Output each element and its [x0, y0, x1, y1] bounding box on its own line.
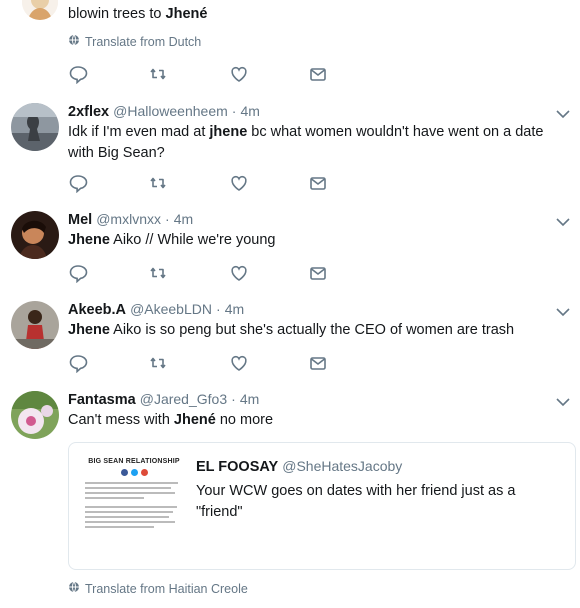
tweet-header: Akeeb.A @AkeebLDN · 4m	[68, 299, 568, 320]
reply-icon[interactable]	[68, 64, 88, 84]
text-segment: Idk if I'm even mad at	[68, 124, 210, 140]
quoted-tweet-text: Your WCW goes on dates with her friend j…	[196, 483, 516, 520]
reply-icon[interactable]	[68, 263, 88, 283]
separator: ·	[231, 391, 236, 407]
user-handle[interactable]: @Jared_Gfo3	[140, 391, 227, 407]
heart-icon[interactable]	[229, 353, 249, 373]
timestamp[interactable]: 4m	[241, 103, 260, 119]
tweet-text: Jhene Aiko is so peng but she's actually…	[68, 320, 568, 341]
tweet[interactable]: Fantasma @Jared_Gfo3 · 4m Can't mess wit…	[0, 381, 580, 608]
text-segment: Aiko // While we're young	[109, 232, 276, 248]
quoted-user-handle[interactable]: @SheHatesJacoby	[282, 458, 402, 474]
highlighted-keyword: jhene	[209, 124, 248, 140]
tweet[interactable]: Akeeb.A @AkeebLDN · 4m Jhene Aiko is so …	[0, 291, 580, 382]
globe-icon	[68, 581, 80, 596]
image-body-lines	[85, 482, 183, 528]
tweet-text: blowin trees to Jhené	[68, 4, 568, 25]
avatar[interactable]	[11, 103, 59, 151]
chevron-down-icon[interactable]	[556, 106, 570, 119]
highlighted-keyword: Jhené	[173, 412, 216, 428]
highlighted-keyword: Jhene	[68, 232, 110, 248]
tweet-text: Jhene Aiko // While we're young	[68, 230, 568, 251]
tweet-actions	[68, 64, 368, 84]
display-name[interactable]: Fantasma	[68, 392, 136, 408]
heart-icon[interactable]	[229, 173, 249, 193]
display-name[interactable]: Mel	[68, 212, 92, 228]
quoted-tweet-header: EL FOOSAY @SheHatesJacoby	[196, 456, 565, 477]
share-icons	[81, 469, 187, 476]
timestamp[interactable]: 4m	[174, 211, 193, 227]
text-segment: Aiko is so peng but she's actually the C…	[109, 322, 515, 338]
tweet-actions	[68, 173, 368, 193]
quoted-tweet-card[interactable]: BIG SEAN RELATIONSHIP EL FOOSAY @SheHate…	[68, 442, 576, 570]
tweet[interactable]: 2xflex @Halloweenheem · 4m Idk if I'm ev…	[0, 93, 580, 202]
chevron-down-icon[interactable]	[556, 214, 570, 227]
reply-icon[interactable]	[68, 173, 88, 193]
tweet-actions	[68, 353, 368, 373]
separator: ·	[165, 211, 170, 227]
user-handle[interactable]: @Halloweenheem	[113, 103, 228, 119]
user-handle[interactable]: @AkeebLDN	[130, 301, 212, 317]
translate-link[interactable]: Translate from Haitian Creole	[68, 581, 248, 596]
tweet-header: 2xflex @Halloweenheem · 4m	[68, 101, 568, 122]
retweet-icon[interactable]	[148, 173, 168, 193]
display-name[interactable]: 2xflex	[68, 104, 109, 120]
highlighted-keyword: Jhene	[68, 322, 110, 338]
tweet-header: Fantasma @Jared_Gfo3 · 4m	[68, 389, 568, 410]
envelope-icon[interactable]	[308, 353, 328, 373]
image-title: BIG SEAN RELATIONSHIP	[88, 458, 180, 465]
chevron-down-icon[interactable]	[556, 394, 570, 407]
display-name[interactable]: Akeeb.A	[68, 302, 126, 318]
avatar[interactable]	[11, 211, 59, 259]
avatar[interactable]	[22, 0, 58, 20]
separator: ·	[231, 103, 237, 119]
separator: ·	[216, 301, 221, 317]
heart-icon[interactable]	[229, 64, 249, 84]
chevron-down-icon[interactable]	[556, 304, 570, 317]
timestamp[interactable]: 4m	[225, 301, 244, 317]
text-segment: Can't mess with	[68, 412, 174, 428]
quoted-display-name[interactable]: EL FOOSAY	[196, 459, 278, 475]
retweet-icon[interactable]	[148, 263, 168, 283]
tweet-text: Idk if I'm even mad at jhene bc what wom…	[68, 122, 568, 164]
reply-icon[interactable]	[68, 353, 88, 373]
translate-label: Translate from Dutch	[85, 34, 202, 49]
quoted-tweet-image[interactable]: BIG SEAN RELATIONSHIP	[81, 455, 187, 561]
tweet-text: Can't mess with Jhené no more	[68, 410, 568, 431]
retweet-icon[interactable]	[148, 64, 168, 84]
envelope-icon[interactable]	[308, 64, 328, 84]
envelope-icon[interactable]	[308, 173, 328, 193]
translate-link[interactable]: Translate from Dutch	[68, 34, 201, 49]
tweet-header: Mel @mxlvnxx · 4m	[68, 209, 568, 230]
avatar[interactable]	[11, 301, 59, 349]
translate-label: Translate from Haitian Creole	[85, 581, 248, 596]
tweet[interactable]: Mel @mxlvnxx · 4m Jhene Aiko // While we…	[0, 201, 580, 292]
highlighted-keyword: Jhené	[165, 6, 208, 22]
avatar[interactable]	[11, 391, 59, 439]
envelope-icon[interactable]	[308, 263, 328, 283]
tweet-actions	[68, 263, 368, 283]
globe-icon	[68, 34, 80, 49]
heart-icon[interactable]	[229, 263, 249, 283]
user-handle[interactable]: @mxlvnxx	[96, 211, 161, 227]
timestamp[interactable]: 4m	[240, 391, 259, 407]
retweet-icon[interactable]	[148, 353, 168, 373]
text-segment: blowin trees to	[68, 6, 166, 22]
text-segment: no more	[215, 412, 274, 428]
tweet[interactable]: blowin trees to Jhené Translate from Dut…	[0, 0, 580, 94]
